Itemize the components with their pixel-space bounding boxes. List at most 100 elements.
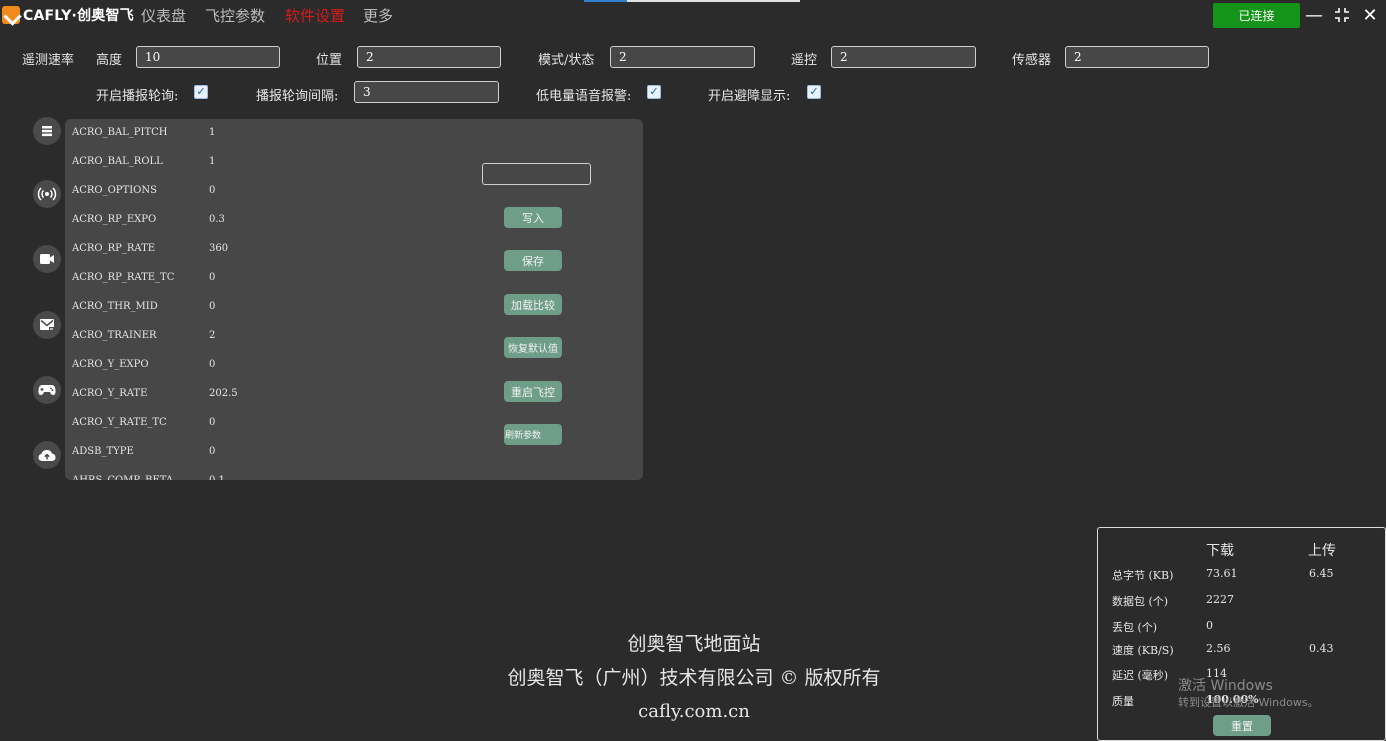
param-value: 202.5 xyxy=(209,388,238,399)
param-value: 0.3 xyxy=(209,214,225,225)
signal-icon xyxy=(37,187,57,201)
broadcast-poll-checkbox[interactable]: ✓ xyxy=(194,85,208,99)
list-icon xyxy=(42,126,52,137)
top-progress-bar xyxy=(584,0,800,2)
stats-row-label: 延迟 (毫秒) xyxy=(1112,669,1169,682)
sidebar-item-mail[interactable] xyxy=(33,311,61,339)
param-row[interactable]: ACRO_RP_RATE_TC 0 xyxy=(72,272,472,288)
broadcast-interval-input[interactable] xyxy=(354,81,499,103)
param-row[interactable]: ADSB_TYPE 0 xyxy=(72,446,472,462)
altitude-label: 高度 xyxy=(96,53,123,68)
param-name: ACRO_BAL_ROLL xyxy=(72,156,163,167)
gamepad-icon xyxy=(38,385,56,395)
param-row[interactable]: ACRO_BAL_PITCH 1 xyxy=(72,127,472,143)
sensor-label: 传感器 xyxy=(1012,53,1052,68)
position-rate-input[interactable] xyxy=(357,46,501,68)
mode-status-rate-input[interactable] xyxy=(610,46,755,68)
stats-row-download: 2227 xyxy=(1206,593,1234,606)
write-button[interactable]: 写入 xyxy=(504,207,562,228)
param-row[interactable]: ACRO_BAL_ROLL 1 xyxy=(72,156,472,172)
param-row[interactable]: ACRO_Y_RATE 202.5 xyxy=(72,388,472,404)
sidebar-item-gamepad[interactable] xyxy=(33,376,61,404)
rc-label: 遥控 xyxy=(791,53,818,68)
top-bar: CAFLY·创奥智飞 仪表盘 飞控参数 软件设置 更多 已连接 — ✕ xyxy=(0,0,1386,30)
footer-website: cafly.com.cn xyxy=(638,701,750,722)
minimize-icon[interactable]: — xyxy=(1302,3,1326,27)
mode-status-label: 模式/状态 xyxy=(538,53,595,68)
param-name: ACRO_OPTIONS xyxy=(72,185,157,196)
param-name: ACRO_TRAINER xyxy=(72,330,157,341)
link-stats-panel: 下载 上传 总字节 (KB) 73.61 6.45 数据包 (个) 2227 丢包 (个)… xyxy=(1097,527,1386,741)
param-row[interactable]: ACRO_OPTIONS 0 xyxy=(72,185,472,201)
reboot-flight-controller-button[interactable]: 重启飞控 xyxy=(504,381,562,402)
param-value: 0 xyxy=(209,185,216,196)
top-progress-fill xyxy=(584,0,628,2)
param-value-edit-input[interactable] xyxy=(482,163,591,185)
stats-row-label: 数据包 (个) xyxy=(1112,595,1169,608)
stats-download-header: 下载 xyxy=(1206,543,1234,559)
param-value: 1 xyxy=(209,127,216,138)
sidebar-item-cloud-upload[interactable] xyxy=(33,441,61,469)
footer-app-name: 创奥智飞地面站 xyxy=(627,633,761,655)
tab-flight-params[interactable]: 飞控参数 xyxy=(205,5,265,26)
close-icon[interactable]: ✕ xyxy=(1358,3,1382,27)
broadcast-interval-label: 播报轮询间隔: xyxy=(256,89,339,104)
param-row[interactable]: ACRO_THR_MID 0 xyxy=(72,301,472,317)
stats-row-upload: 6.45 xyxy=(1309,567,1334,580)
param-row[interactable]: ACRO_Y_EXPO 0 xyxy=(72,359,472,375)
low-battery-alarm-label: 低电量语音报警: xyxy=(536,89,632,104)
logo-mark-icon xyxy=(2,6,20,24)
param-name: ACRO_Y_RATE_TC xyxy=(72,417,167,428)
rc-rate-input[interactable] xyxy=(831,46,976,68)
param-row[interactable]: ACRO_Y_RATE_TC 0 xyxy=(72,417,472,433)
restore-default-button[interactable]: 恢复默认值 xyxy=(504,337,562,358)
tab-dashboard[interactable]: 仪表盘 xyxy=(141,5,186,26)
param-name: ACRO_Y_RATE xyxy=(72,388,148,399)
altitude-rate-input[interactable] xyxy=(136,46,280,68)
stats-row-label: 丢包 (个) xyxy=(1112,621,1158,634)
activate-windows-watermark: 激活 Windows xyxy=(1178,678,1273,694)
stats-row-upload: 0.43 xyxy=(1309,642,1334,655)
save-button[interactable]: 保存 xyxy=(504,250,562,271)
param-value: 0 xyxy=(209,359,216,370)
telemetry-rate-label: 遥测速率 xyxy=(22,53,75,68)
tab-software-settings[interactable]: 软件设置 xyxy=(285,5,345,26)
stats-row-label: 总字节 (KB) xyxy=(1112,569,1174,582)
param-value: 0 xyxy=(209,446,216,457)
connect-status-button[interactable]: 已连接 xyxy=(1213,3,1300,28)
param-row[interactable]: ACRO_RP_EXPO 0.3 xyxy=(72,214,472,230)
param-name: ACRO_BAL_PITCH xyxy=(72,127,168,138)
refresh-params-button[interactable]: 刷新参数 xyxy=(504,424,562,445)
load-compare-button[interactable]: 加载比较 xyxy=(504,294,562,315)
param-row[interactable]: ACRO_RP_RATE 360 xyxy=(72,243,472,259)
footer-copyright: 创奥智飞（广州）技术有限公司 © 版权所有 xyxy=(507,667,881,689)
param-name: ACRO_RP_RATE_TC xyxy=(72,272,175,283)
sidebar-item-signal[interactable] xyxy=(33,180,61,208)
stats-row-download: 2.56 xyxy=(1206,642,1231,655)
stats-row-label: 速度 (KB/S) xyxy=(1112,644,1174,657)
broadcast-poll-label: 开启播报轮询: xyxy=(96,89,179,104)
param-name: ACRO_RP_EXPO xyxy=(72,214,157,225)
param-row[interactable]: AHRS_COMP_BETA0.1 xyxy=(72,475,472,480)
maximize-icon[interactable] xyxy=(1330,3,1354,27)
low-battery-alarm-checkbox[interactable]: ✓ xyxy=(647,85,661,99)
reset-stats-button[interactable]: 重置 xyxy=(1213,715,1271,736)
param-value: 0 xyxy=(209,301,216,312)
cloud-upload-icon xyxy=(38,449,56,461)
param-name: AHRS_COMP_BETA xyxy=(72,475,208,480)
obstacle-display-label: 开启避障显示: xyxy=(708,89,791,104)
video-icon xyxy=(40,254,54,264)
param-row[interactable]: ACRO_TRAINER 2 xyxy=(72,330,472,346)
param-name: ACRO_THR_MID xyxy=(72,301,158,312)
sidebar-item-list[interactable] xyxy=(33,117,61,145)
sensor-rate-input[interactable] xyxy=(1065,46,1209,68)
obstacle-display-checkbox[interactable]: ✓ xyxy=(807,85,821,99)
param-value: 2 xyxy=(209,330,216,341)
stats-row-download: 73.61 xyxy=(1206,567,1238,580)
logo-text: CAFLY·创奥智飞 xyxy=(23,8,134,24)
tab-more[interactable]: 更多 xyxy=(363,5,393,26)
param-name: ACRO_RP_RATE xyxy=(72,243,156,254)
mail-icon xyxy=(40,319,54,331)
sidebar-item-video[interactable] xyxy=(33,245,61,273)
stats-upload-header: 上传 xyxy=(1308,543,1336,559)
